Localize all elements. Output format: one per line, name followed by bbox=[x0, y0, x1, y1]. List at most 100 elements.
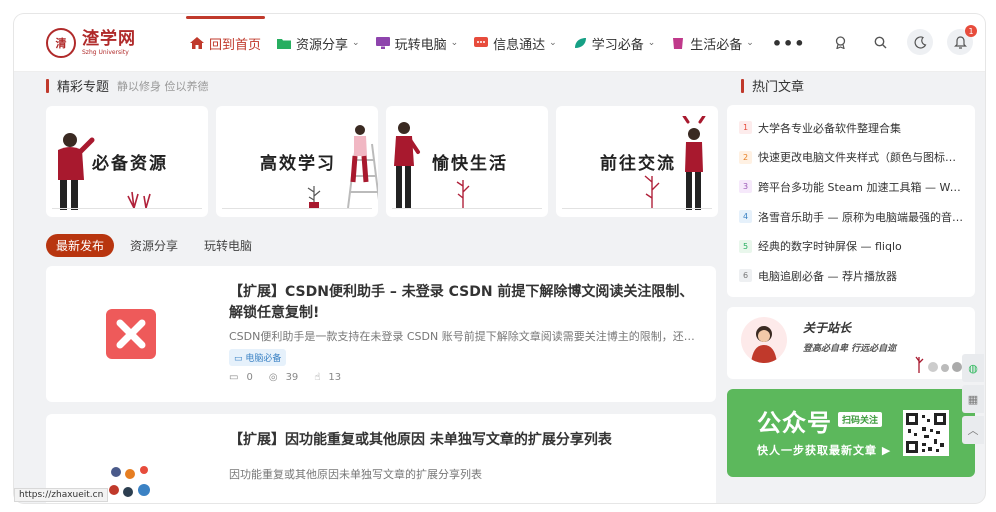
ladder-person-illustration bbox=[347, 125, 378, 209]
nav-study-label: 学习必备 bbox=[591, 37, 644, 53]
wechat-promo-banner[interactable]: 公众号 扫码关注 快人一步获取最新文章 ▶ bbox=[727, 389, 975, 477]
view-count: ◎ 39 bbox=[269, 372, 306, 383]
post-card[interactable]: 【扩展】因功能重复或其他原因 未单独写文章的扩展分享列表 因功能重复或其他原因未… bbox=[46, 414, 716, 503]
nav-computer[interactable]: 玩转电脑 ⌄ bbox=[368, 14, 467, 72]
hot-button[interactable] bbox=[827, 29, 853, 55]
about-subtitle: 登高必自卑 行远必自迩 bbox=[803, 344, 897, 354]
wechat-tag: 扫码关注 bbox=[838, 412, 883, 427]
wechat-line: 快人一步获取最新文章 ▶ bbox=[757, 444, 892, 457]
post-excerpt: 因功能重复或其他原因未单独写文章的扩展分享列表 bbox=[229, 468, 482, 481]
nav-life-label: 生活必备 bbox=[690, 37, 743, 53]
wechat-float-button[interactable]: ◍ bbox=[962, 354, 984, 382]
site-header: 清 渣学网 Szhg University 回到首页 资源分享 ⌄ 玩转电脑 ⌄ bbox=[14, 14, 985, 72]
tab-resources[interactable]: 资源分享 bbox=[120, 234, 188, 257]
about-card[interactable]: 关于站长 登高必自卑 行远必自迩 bbox=[727, 307, 975, 379]
nav-study[interactable]: 学习必备 ⌄ bbox=[565, 14, 664, 72]
topic-card-title: 必备资源 bbox=[92, 154, 168, 174]
nav-info[interactable]: 信息通达 ⌄ bbox=[466, 14, 565, 72]
home-icon bbox=[190, 37, 204, 49]
floor-line bbox=[52, 208, 202, 209]
like-count-value: 13 bbox=[328, 372, 342, 383]
leaf-icon bbox=[574, 38, 586, 48]
rank-badge: 2 bbox=[739, 150, 752, 164]
site-logo[interactable]: 清 渣学网 Szhg University bbox=[46, 28, 136, 58]
list-item[interactable]: 4 洛雪音乐助手 — 原称为电脑端最强的音… bbox=[739, 202, 963, 232]
plant-illustration bbox=[307, 186, 321, 208]
dark-mode-toggle[interactable] bbox=[907, 29, 933, 55]
search-icon bbox=[874, 36, 886, 48]
logo-name: 渣学网 bbox=[82, 28, 136, 49]
post-thumbnail[interactable] bbox=[46, 266, 216, 402]
nav-life[interactable]: 生活必备 ⌄ bbox=[663, 14, 762, 72]
nav-resources[interactable]: 资源分享 ⌄ bbox=[269, 14, 368, 72]
post-tabs: 最新发布 资源分享 玩转电脑 bbox=[46, 234, 268, 257]
rank-badge: 1 bbox=[739, 121, 752, 135]
topic-card-community[interactable]: 前往交流 bbox=[556, 106, 718, 217]
qr-code-graphic bbox=[906, 413, 946, 453]
hot-list: 1 大学各专业必备软件整理合集 2 快速更改电脑文件夹样式（颜色与图标… 3 跨… bbox=[727, 105, 975, 299]
list-item[interactable]: 1 大学各专业必备软件整理合集 bbox=[739, 113, 963, 143]
qr-float-button[interactable]: ▦ bbox=[962, 385, 984, 413]
hot-item-title: 电脑追剧必备 — 荐片播放器 bbox=[758, 269, 897, 283]
decor-items-illustration bbox=[915, 356, 962, 373]
hot-item-title: 跨平台多功能 Steam 加速工具箱 — Wa… bbox=[758, 180, 963, 194]
like-count: ☝ 13 bbox=[314, 372, 349, 383]
list-item[interactable]: 6 电脑追剧必备 — 荐片播放器 bbox=[739, 261, 963, 291]
post-excerpt: CSDN便利助手是一款支持在未登录 CSDN 账号前提下解除文章阅读需要关注博主… bbox=[229, 330, 695, 343]
chevron-down-icon: ⌄ bbox=[746, 38, 754, 48]
chevron-down-icon: ⌄ bbox=[549, 38, 557, 48]
post-meta: ▭ 0 ◎ 39 ☝ 13 bbox=[229, 372, 357, 383]
post-category-label: 电脑必备 bbox=[245, 354, 282, 364]
qr-code-icon bbox=[903, 410, 949, 456]
floor-line bbox=[392, 208, 542, 209]
view-count-value: 39 bbox=[285, 372, 299, 383]
topic-card-resources[interactable]: 必备资源 bbox=[46, 106, 208, 217]
featured-heading: 精彩专题 静以修身 俭以养德 bbox=[46, 76, 209, 95]
post-card[interactable]: 【扩展】CSDN便利助手 – 未登录 CSDN 前提下解除博文阅读关注限制、解锁… bbox=[46, 266, 716, 402]
rank-badge: 3 bbox=[739, 180, 752, 194]
nav-more-button[interactable]: ••• bbox=[762, 14, 816, 72]
topic-card-title: 愉快生活 bbox=[432, 154, 508, 174]
chevron-down-icon: ⌄ bbox=[647, 38, 656, 48]
webmaster-avatar-illustration bbox=[751, 326, 777, 363]
bell-icon bbox=[953, 35, 967, 49]
logo-seal-icon: 清 bbox=[46, 28, 76, 58]
list-item[interactable]: 5 经典的数字时钟屏保 — fliqlo bbox=[739, 231, 963, 261]
person-illustration bbox=[394, 122, 420, 208]
nav-home[interactable]: 回到首页 bbox=[182, 14, 269, 72]
qr-icon: ▦ bbox=[967, 392, 979, 406]
eye-icon: ◎ bbox=[268, 372, 278, 383]
hot-title: 热门文章 bbox=[752, 80, 805, 95]
notification-button[interactable]: 1 bbox=[947, 25, 977, 55]
status-bar-url: https://zhaxueit.cn bbox=[14, 488, 109, 502]
back-to-top-button[interactable]: ︿ bbox=[962, 416, 984, 444]
rank-badge: 5 bbox=[739, 239, 752, 253]
logo-tagline: Szhg University bbox=[82, 48, 129, 56]
hot-item-title: 洛雪音乐助手 — 原称为电脑端最强的音… bbox=[758, 210, 963, 224]
moon-icon bbox=[914, 35, 926, 49]
tab-latest[interactable]: 最新发布 bbox=[46, 234, 115, 257]
folder-icon bbox=[277, 39, 292, 49]
topic-card-title: 高效学习 bbox=[260, 154, 336, 174]
post-category[interactable]: ▭ 电脑必备 bbox=[229, 349, 287, 366]
hot-articles-card: 1 大学各专业必备软件整理合集 2 快速更改电脑文件夹样式（颜色与图标… 3 跨… bbox=[727, 105, 975, 297]
extension-icons-illustration bbox=[109, 466, 150, 497]
post-title[interactable]: 【扩展】因功能重复或其他原因 未单独写文章的扩展分享列表 bbox=[229, 430, 700, 451]
nav-home-label: 回到首页 bbox=[209, 37, 262, 53]
wechat-icon: ◍ bbox=[968, 361, 978, 375]
chevron-down-icon: ⌄ bbox=[450, 38, 459, 48]
floor-line bbox=[562, 208, 712, 209]
plant-illustration bbox=[644, 175, 660, 208]
search-button[interactable] bbox=[867, 29, 893, 55]
post-title[interactable]: 【扩展】CSDN便利助手 – 未登录 CSDN 前提下解除博文阅读关注限制、解锁… bbox=[229, 282, 700, 324]
topic-card-life[interactable]: 愉快生活 bbox=[386, 106, 548, 217]
list-item[interactable]: 2 快速更改电脑文件夹样式（颜色与图标… bbox=[739, 143, 963, 173]
topic-card-study[interactable]: 高效学习 bbox=[216, 106, 378, 217]
hot-item-title: 经典的数字时钟屏保 — fliqlo bbox=[758, 240, 902, 254]
tab-computer[interactable]: 玩转电脑 bbox=[194, 234, 262, 257]
about-title: 关于站长 bbox=[803, 321, 852, 335]
hot-heading: 热门文章 bbox=[741, 76, 804, 95]
list-item[interactable]: 3 跨平台多功能 Steam 加速工具箱 — Wa… bbox=[739, 172, 963, 202]
rank-badge: 6 bbox=[739, 269, 752, 283]
heading-bar bbox=[46, 78, 49, 93]
